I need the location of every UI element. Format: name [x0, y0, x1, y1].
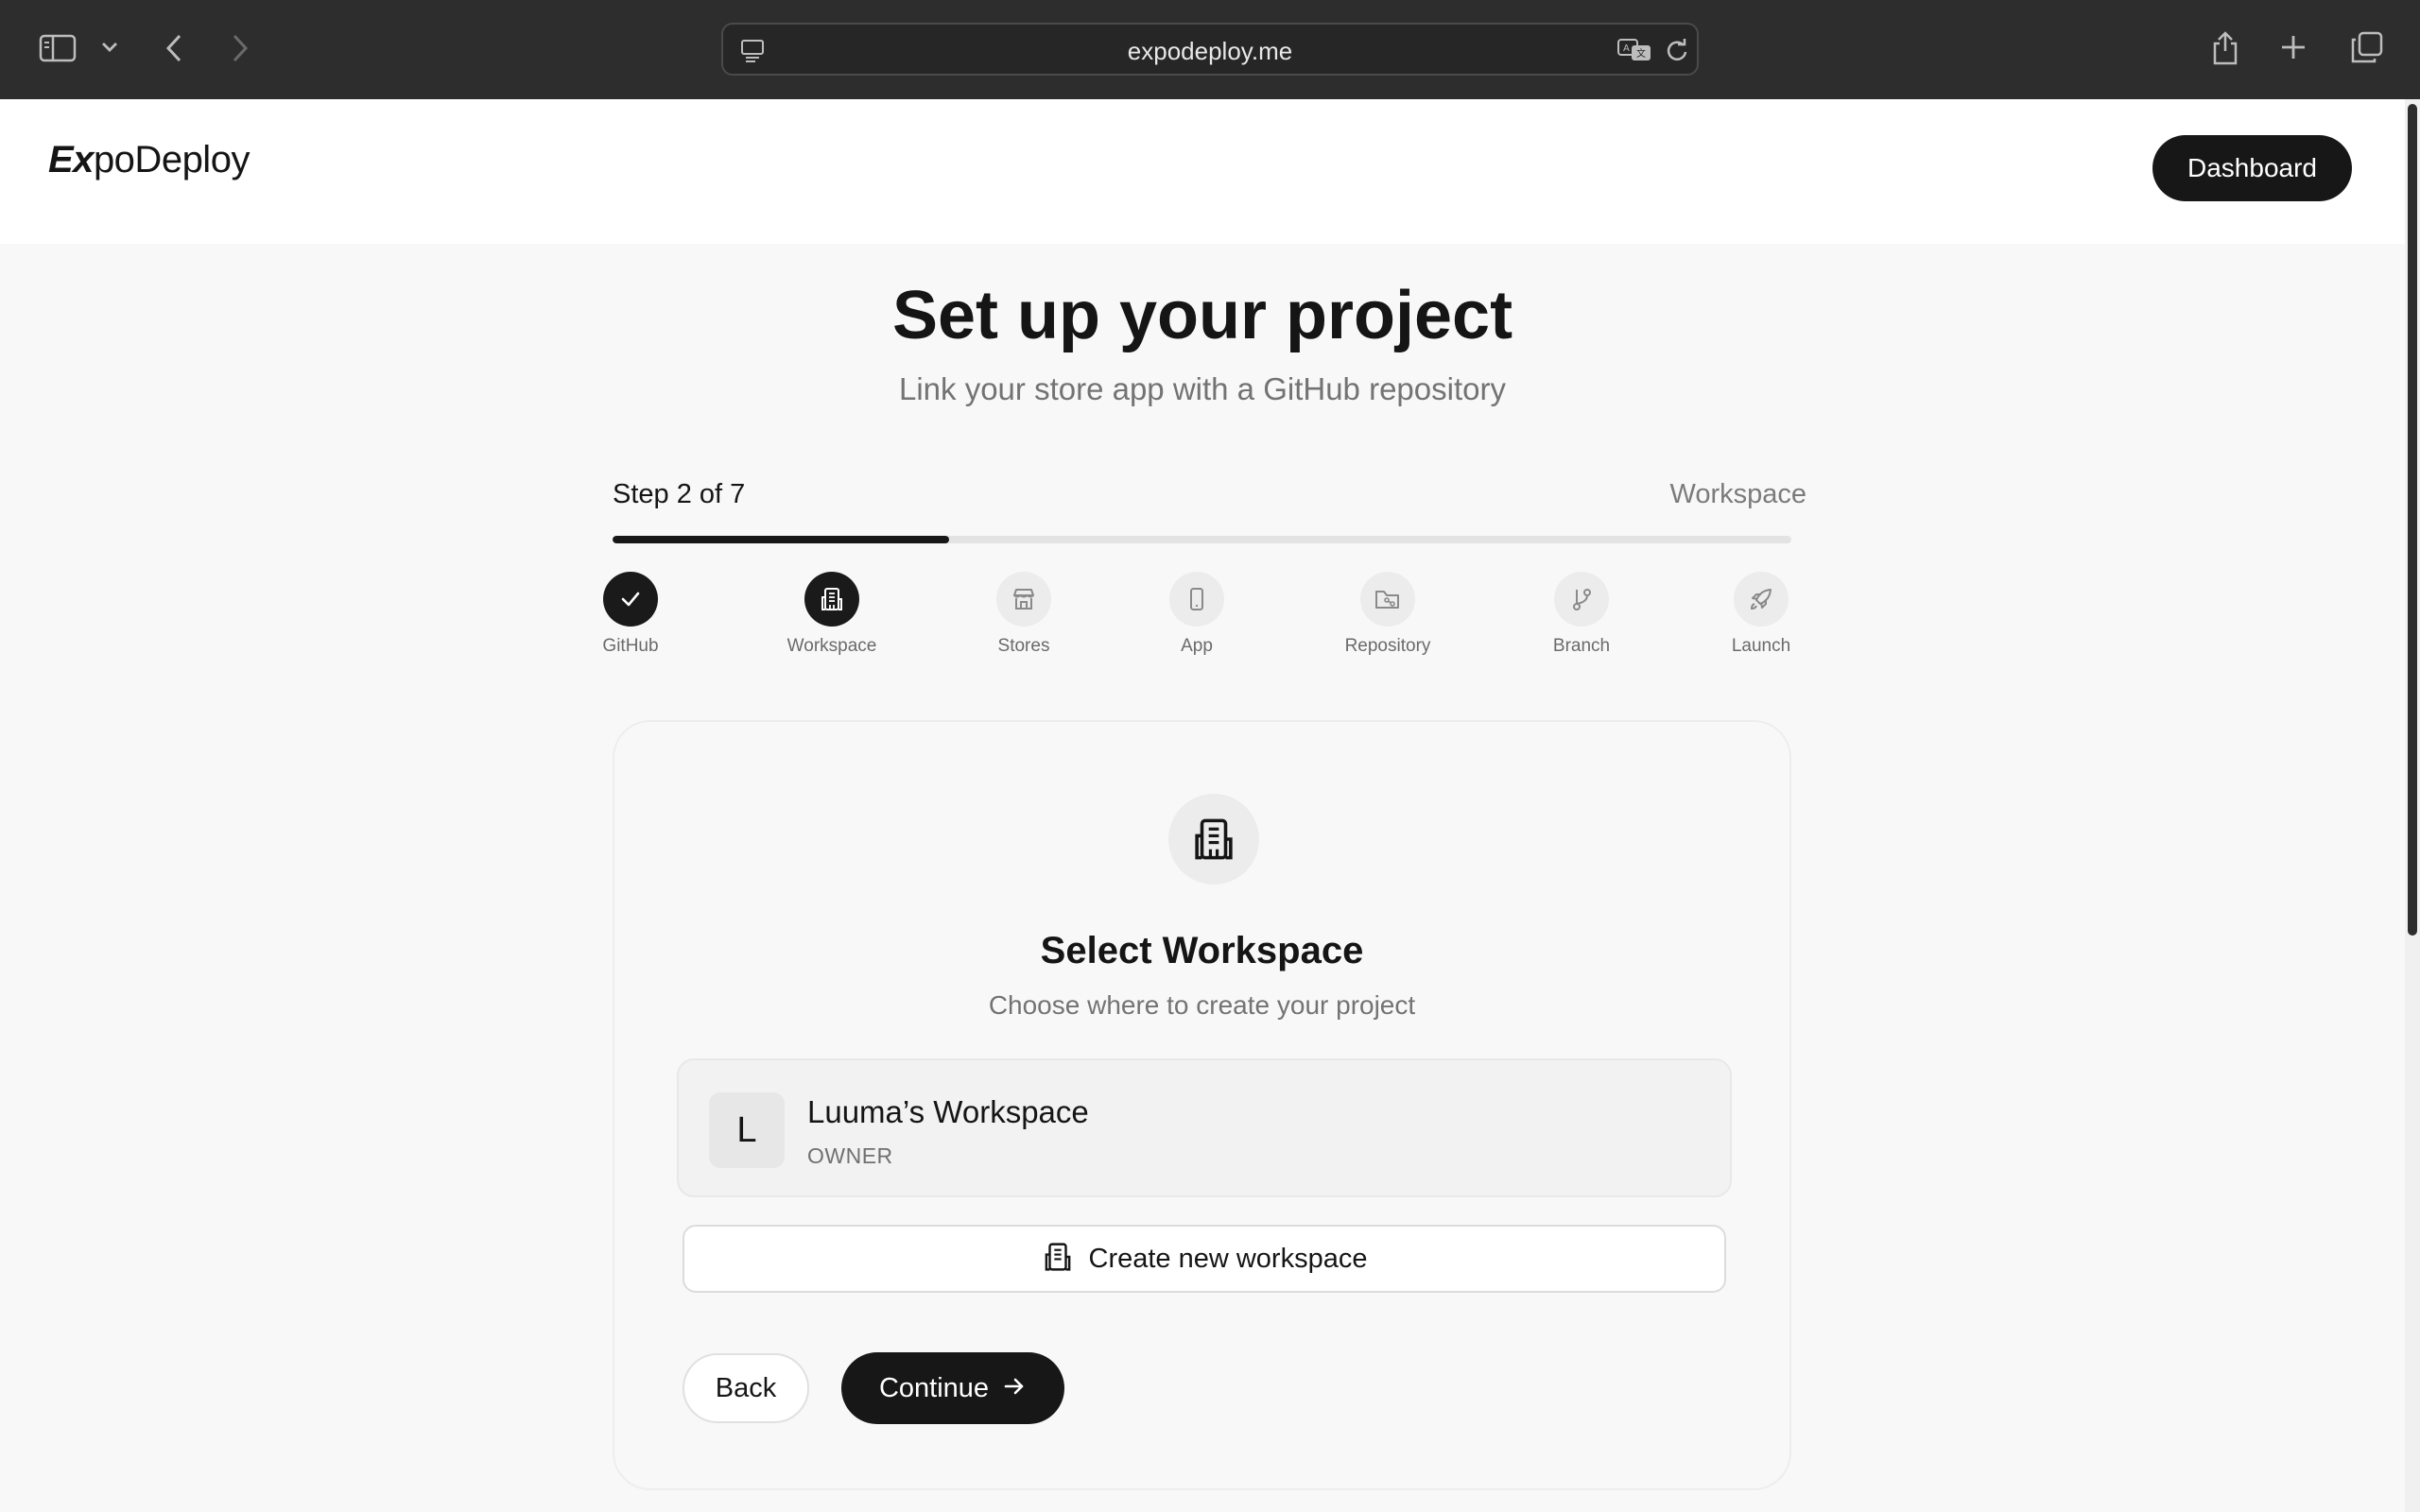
site-header: ExpoDeploy Dashboard — [0, 99, 2405, 244]
step-app[interactable]: App — [1121, 572, 1272, 657]
store-icon — [996, 572, 1051, 627]
sidebar-icon[interactable] — [36, 30, 79, 66]
create-workspace-label: Create new workspace — [1088, 1243, 1368, 1274]
step-workspace[interactable]: Workspace — [756, 572, 908, 657]
browser-toolbar: expodeploy.me A文 — [0, 0, 2420, 99]
step-label: App — [1181, 636, 1213, 656]
continue-label: Continue — [878, 1372, 990, 1403]
logo-ex: Ex — [48, 139, 94, 180]
card-title: Select Workspace — [1040, 930, 1364, 971]
dashboard-button[interactable]: Dashboard — [2152, 135, 2352, 201]
step-label: GitHub — [602, 636, 659, 656]
url-text: expodeploy.me — [1127, 37, 1293, 65]
share-icon[interactable] — [2208, 26, 2242, 68]
create-workspace-button[interactable]: Create new workspace — [683, 1225, 1726, 1293]
building-icon — [1168, 794, 1259, 885]
workspace-card: Select Workspace Choose where to create … — [613, 720, 1791, 1490]
svg-text:A: A — [1623, 43, 1630, 54]
tabs-overview-icon[interactable] — [2348, 28, 2386, 66]
step-github[interactable]: GitHub — [555, 572, 706, 657]
phone-icon — [1169, 572, 1224, 627]
page-subtitle: Link your store app with a GitHub reposi… — [899, 371, 1506, 406]
logo-rest: poDeploy — [93, 139, 251, 180]
continue-button[interactable]: Continue — [841, 1352, 1064, 1424]
step-label: Launch — [1731, 636, 1791, 656]
translate-icon[interactable]: A文 — [1616, 36, 1655, 64]
step-counter: Step 2 of 7 — [613, 479, 746, 509]
stepper: GitHub Workspace Stores App Repository B… — [602, 572, 1791, 657]
step-label: Branch — [1552, 636, 1611, 656]
rocket-icon — [1734, 572, 1789, 627]
svg-text:文: 文 — [1636, 47, 1646, 60]
workspace-card-inner: Select Workspace Choose where to create … — [626, 733, 1778, 1477]
logo[interactable]: ExpoDeploy — [48, 139, 250, 181]
back-arrow-icon[interactable] — [159, 30, 189, 66]
step-label: Workspace — [786, 636, 877, 656]
arrow-right-icon — [1002, 1374, 1027, 1402]
scrollbar-thumb[interactable] — [2408, 104, 2417, 936]
git-branch-icon — [1554, 572, 1609, 627]
folder-git-icon — [1360, 572, 1415, 627]
card-subtitle: Choose where to create your project — [988, 990, 1416, 1020]
progress-bar — [613, 536, 1791, 543]
new-tab-icon[interactable] — [2276, 30, 2310, 64]
chevron-down-icon[interactable] — [98, 36, 121, 59]
check-icon — [603, 572, 658, 627]
forward-arrow-icon[interactable] — [225, 30, 255, 66]
workspace-option[interactable]: L Luuma’s Workspace OWNER — [677, 1058, 1732, 1197]
current-step-name: Workspace — [1669, 479, 1806, 509]
step-label: Stores — [997, 636, 1050, 656]
step-stores[interactable]: Stores — [948, 572, 1099, 657]
page-title: Set up your project — [891, 278, 1513, 353]
step-branch[interactable]: Branch — [1506, 572, 1657, 657]
progress-fill — [613, 536, 950, 543]
building-icon — [1042, 1241, 1074, 1277]
reload-icon[interactable] — [1663, 36, 1691, 64]
step-launch[interactable]: Launch — [1685, 572, 1837, 657]
back-button[interactable]: Back — [683, 1353, 809, 1423]
workspace-name: Luuma’s Workspace — [807, 1094, 1089, 1129]
step-repository[interactable]: Repository — [1312, 572, 1463, 657]
workspace-avatar: L — [709, 1092, 785, 1168]
building-icon — [804, 572, 859, 627]
step-label: Repository — [1344, 636, 1431, 656]
address-bar[interactable]: expodeploy.me A文 — [721, 23, 1699, 76]
workspace-role: OWNER — [807, 1143, 893, 1168]
